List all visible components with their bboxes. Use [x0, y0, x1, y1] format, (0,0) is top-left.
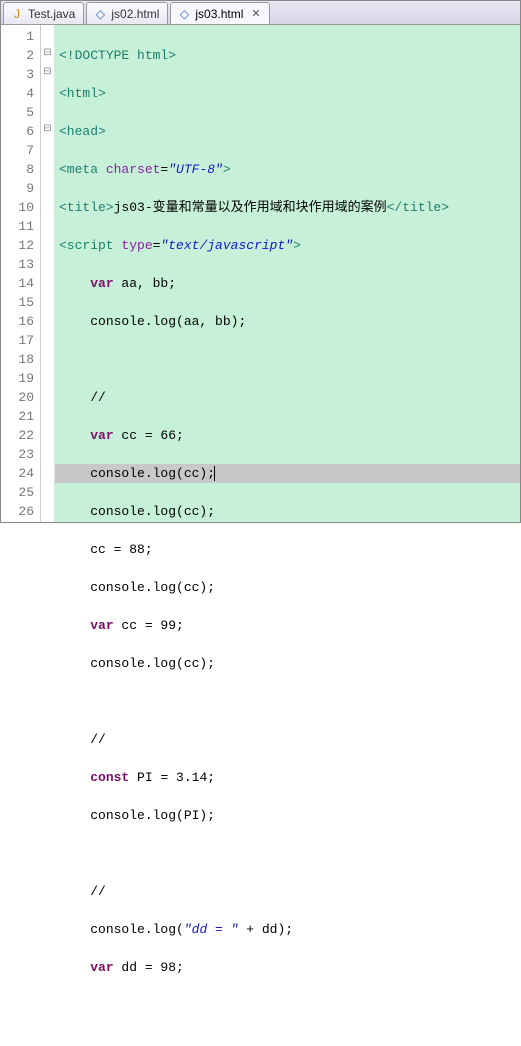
code-line: //	[59, 388, 520, 407]
line-number: 21	[1, 407, 34, 426]
fold-toggle-icon[interactable]: ⊟	[41, 44, 54, 63]
line-number: 13	[1, 255, 34, 274]
line-number: 3	[1, 65, 34, 84]
code-line: cc = 88;	[59, 540, 520, 559]
fold-margin: ⊟ ⊟ ⊟	[41, 25, 55, 522]
code-line: <script type="text/javascript">	[59, 236, 520, 255]
code-line: console.log(aa, bb);	[59, 312, 520, 331]
tab-label: js03.html	[195, 7, 243, 21]
code-line: console.log("dd = " + dd);	[59, 920, 520, 939]
code-line: const PI = 3.14;	[59, 768, 520, 787]
code-line: var cc = 66;	[59, 426, 520, 445]
line-number: 14	[1, 274, 34, 293]
line-number: 7	[1, 141, 34, 160]
line-number: 17	[1, 331, 34, 350]
tab-js03-html[interactable]: ◇ js03.html ✕	[170, 2, 269, 24]
code-line: <meta charset="UTF-8">	[59, 160, 520, 179]
line-number: 20	[1, 388, 34, 407]
code-line-current: console.log(cc);	[55, 464, 520, 483]
code-line	[59, 996, 520, 1015]
fold-toggle-icon[interactable]: ⊟	[41, 120, 54, 139]
line-number: 8	[1, 160, 34, 179]
code-line: <!DOCTYPE html>	[59, 46, 520, 65]
line-number: 16	[1, 312, 34, 331]
code-line: <html>	[59, 84, 520, 103]
line-number: 12	[1, 236, 34, 255]
line-number: 1	[1, 27, 34, 46]
line-number: 26	[1, 502, 34, 521]
code-line: console.log(cc);	[59, 654, 520, 673]
line-number: 25	[1, 483, 34, 502]
line-number: 9	[1, 179, 34, 198]
line-number: 11	[1, 217, 34, 236]
html-file-icon: ◇	[177, 7, 191, 21]
code-line: console.log(PI);	[59, 806, 520, 825]
code-line: var dd = 98;	[59, 958, 520, 977]
line-number: 15	[1, 293, 34, 312]
code-line: var aa, bb;	[59, 274, 520, 293]
line-number: 2	[1, 46, 34, 65]
code-line	[59, 844, 520, 863]
java-file-icon: J	[10, 7, 24, 21]
line-number: 4	[1, 84, 34, 103]
line-number: 23	[1, 445, 34, 464]
html-file-icon: ◇	[93, 7, 107, 21]
code-line: //	[59, 882, 520, 901]
code-line	[59, 692, 520, 711]
text-caret	[214, 466, 215, 481]
tab-bar: J Test.java ◇ js02.html ◇ js03.html ✕	[1, 1, 520, 25]
code-area[interactable]: <!DOCTYPE html> <html> <head> <meta char…	[55, 25, 520, 522]
tab-test-java[interactable]: J Test.java	[3, 2, 84, 24]
line-number: 6	[1, 122, 34, 141]
fold-toggle-icon[interactable]: ⊟	[41, 63, 54, 82]
code-line: console.log(cc);	[59, 578, 520, 597]
code-line: <head>	[59, 122, 520, 141]
tab-js02-html[interactable]: ◇ js02.html	[86, 2, 168, 24]
code-line: console.log(cc);	[59, 502, 520, 521]
tab-label: Test.java	[28, 7, 75, 21]
code-line	[59, 350, 520, 369]
line-number-gutter: 1 2 3 4 5 6 7 8 9 10 11 12 13 14 15 16 1…	[1, 25, 41, 522]
code-editor[interactable]: 1 2 3 4 5 6 7 8 9 10 11 12 13 14 15 16 1…	[1, 25, 520, 522]
line-number: 5	[1, 103, 34, 122]
line-number: 19	[1, 369, 34, 388]
line-number: 22	[1, 426, 34, 445]
code-line: var cc = 99;	[59, 616, 520, 635]
code-line: <title>js03-变量和常量以及作用域和块作用域的案例</title>	[59, 198, 520, 217]
code-line: //	[59, 730, 520, 749]
line-number: 18	[1, 350, 34, 369]
line-number: 10	[1, 198, 34, 217]
line-number: 24	[1, 464, 34, 483]
close-icon[interactable]: ✕	[251, 7, 260, 20]
tab-label: js02.html	[111, 7, 159, 21]
